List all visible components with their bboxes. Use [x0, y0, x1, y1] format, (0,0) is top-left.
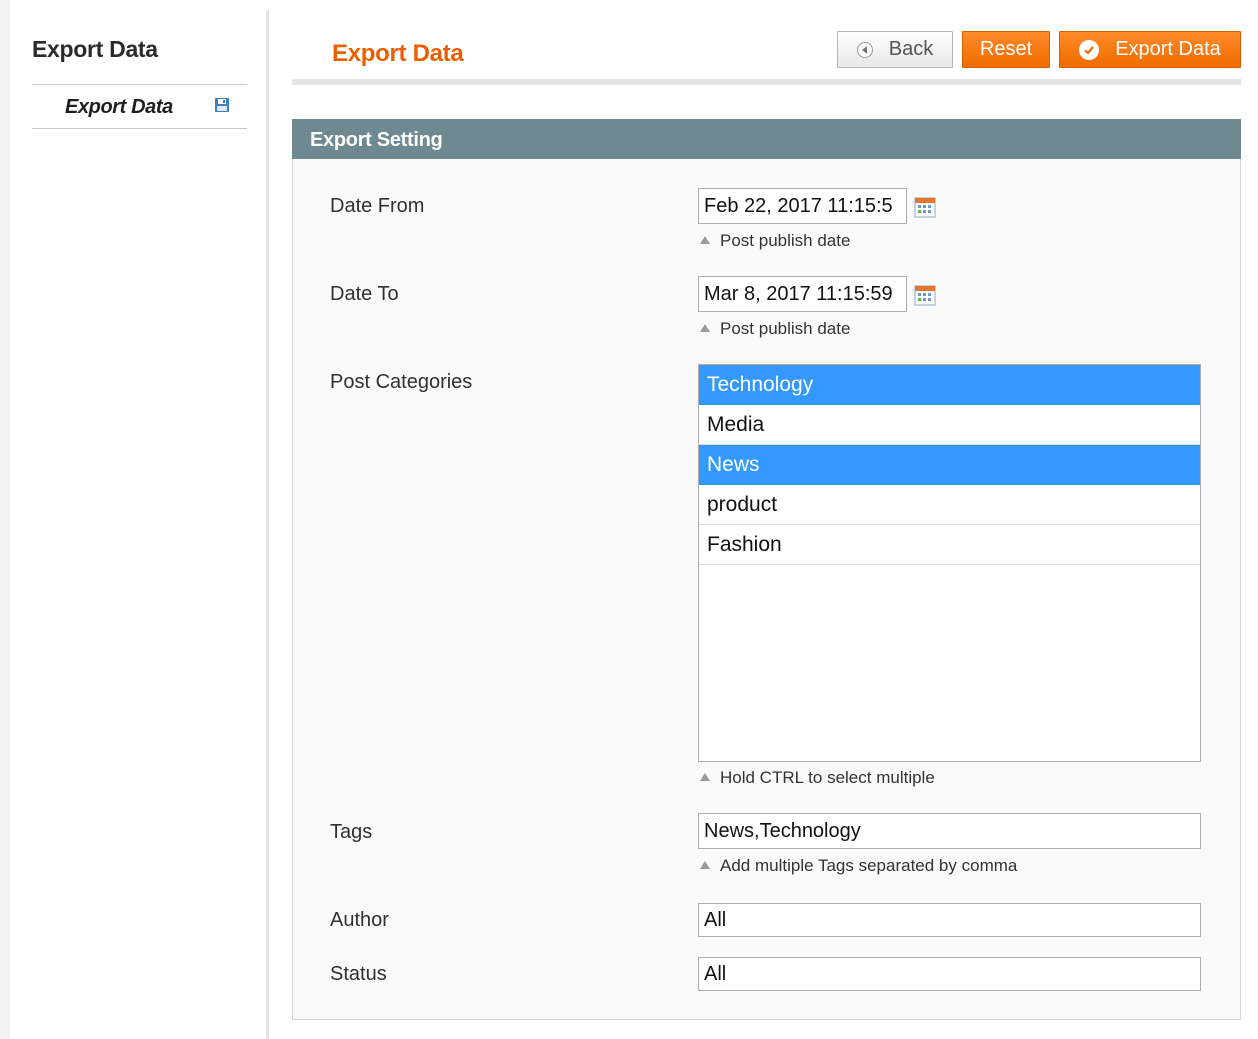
page-title: Export Data: [332, 40, 464, 67]
tags-input[interactable]: News,Technology: [698, 813, 1201, 849]
sidebar-item-export-data[interactable]: Export Data: [32, 85, 247, 128]
author-select[interactable]: All: [698, 903, 1201, 937]
post-categories-label: Post Categories: [330, 371, 473, 393]
note-triangle-icon: [700, 324, 710, 332]
back-button-label: Back: [888, 38, 934, 60]
categories-note: Hold CTRL to select multiple: [700, 768, 935, 788]
category-option-technology[interactable]: Technology: [699, 365, 1200, 405]
tags-note: Add multiple Tags separated by comma: [700, 856, 1017, 876]
date-from-input[interactable]: Feb 22, 2017 11:15:5: [698, 188, 907, 224]
sidebar-divider-bottom: [32, 128, 247, 129]
note-triangle-icon: [700, 236, 710, 244]
date-from-note: Post publish date: [700, 231, 850, 251]
note-triangle-icon: [700, 861, 710, 869]
calendar-icon[interactable]: [914, 284, 936, 306]
reset-button[interactable]: Reset: [962, 31, 1050, 68]
export-data-button-label: Export Data: [1115, 38, 1221, 60]
title-underline: [292, 79, 1241, 85]
sidebar-divider: [266, 10, 269, 1039]
author-label: Author: [330, 909, 389, 931]
category-option-news[interactable]: News: [699, 445, 1200, 485]
back-button[interactable]: Back: [837, 31, 953, 68]
date-to-note: Post publish date: [700, 319, 850, 339]
category-option-media[interactable]: Media: [699, 405, 1200, 445]
sidebar: [0, 0, 268, 1039]
post-categories-multiselect[interactable]: Technology Media News product Fashion: [698, 364, 1201, 762]
floppy-disk-icon: [215, 98, 229, 112]
date-to-input[interactable]: Mar 8, 2017 11:15:59: [698, 276, 907, 312]
back-arrow-icon: [856, 41, 873, 58]
note-triangle-icon: [700, 773, 710, 781]
checkmark-icon: [1079, 39, 1100, 60]
calendar-icon[interactable]: [914, 196, 936, 218]
sidebar-item-label: Export Data: [65, 96, 173, 118]
category-option-product[interactable]: product: [699, 485, 1200, 525]
tags-note-text: Add multiple Tags separated by comma: [720, 856, 1018, 875]
tags-label: Tags: [330, 821, 373, 843]
date-to-label: Date To: [330, 283, 399, 305]
categories-note-text: Hold CTRL to select multiple: [720, 768, 935, 787]
date-to-note-text: Post publish date: [720, 319, 851, 338]
sidebar-title: Export Data: [32, 36, 158, 62]
status-label: Status: [330, 963, 387, 985]
category-option-fashion[interactable]: Fashion: [699, 525, 1200, 565]
export-data-button[interactable]: Export Data: [1059, 31, 1241, 68]
date-from-label: Date From: [330, 195, 425, 217]
status-select[interactable]: All: [698, 957, 1201, 991]
reset-button-label: Reset: [979, 38, 1033, 60]
fieldset-title: Export Setting: [310, 129, 443, 151]
date-from-note-text: Post publish date: [720, 231, 851, 250]
